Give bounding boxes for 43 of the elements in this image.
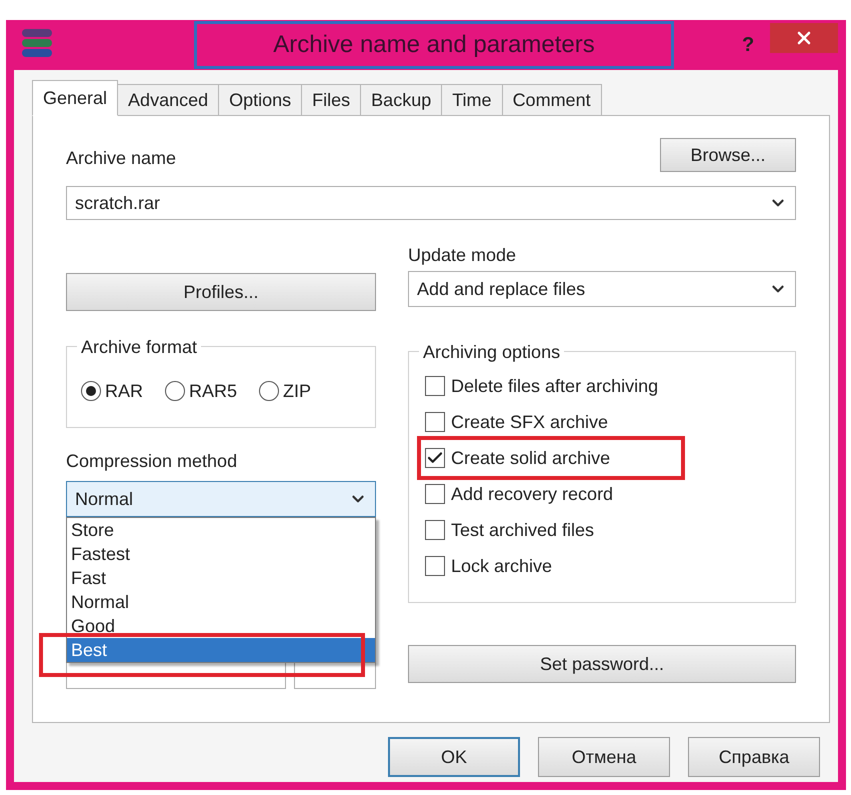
update-mode-dropdown[interactable]: Add and replace files [408,271,796,307]
compression-method-dropdown[interactable]: Normal [66,481,376,517]
checkbox-option[interactable]: Add recovery record [425,482,779,506]
radio-option[interactable]: ZIP [259,378,312,404]
tab[interactable]: Time [441,84,503,116]
checkbox-option[interactable]: Lock archive [425,554,779,578]
checkbox[interactable] [425,556,445,576]
dropdown-option[interactable]: Store [67,518,375,542]
checkbox-option[interactable]: Create SFX archive [425,410,779,434]
tab[interactable]: Files [301,84,362,116]
dialog-button[interactable]: Отмена [538,737,670,777]
dropdown-option[interactable]: Best [67,638,375,662]
checkbox[interactable] [425,484,445,504]
checkbox[interactable] [425,520,445,540]
archive-name-field[interactable]: scratch.rar [66,186,796,220]
field-label: Update mode [408,244,518,267]
tab[interactable]: General [32,80,118,116]
dropdown-option[interactable]: Fast [67,566,375,590]
dialog-button[interactable]: Справка [688,737,820,777]
set-password-button[interactable]: Set password... [408,645,796,683]
window-title: Archive name and parameters [194,21,674,69]
dropdown-option[interactable]: Normal [67,590,375,614]
dialog-button[interactable]: OK [388,737,520,777]
field-label: Archive name [66,147,176,170]
checkbox-option[interactable]: Create solid archive [425,446,779,470]
help-button[interactable]: ? [742,30,754,60]
profiles-button[interactable]: Profiles... [66,273,376,311]
checkbox-option[interactable]: Test archived files [425,518,779,542]
browse-button[interactable]: Browse... [660,138,796,172]
tab[interactable]: Advanced [117,84,220,116]
radio-option[interactable]: RAR [81,378,144,404]
radio-option[interactable]: RAR5 [165,378,238,404]
dropdown-option[interactable]: Good [67,614,375,638]
close-button[interactable] [770,23,838,53]
field-label: Compression method [66,450,238,473]
checkbox[interactable] [425,448,445,468]
checkbox[interactable] [425,412,445,432]
tab[interactable]: Comment [502,84,602,116]
dropdown-option[interactable]: Fastest [67,542,375,566]
checkbox[interactable] [425,376,445,396]
tab[interactable]: Options [218,84,302,116]
checkbox-option[interactable]: Delete files after archiving [425,374,779,398]
tab[interactable]: Backup [360,84,442,116]
